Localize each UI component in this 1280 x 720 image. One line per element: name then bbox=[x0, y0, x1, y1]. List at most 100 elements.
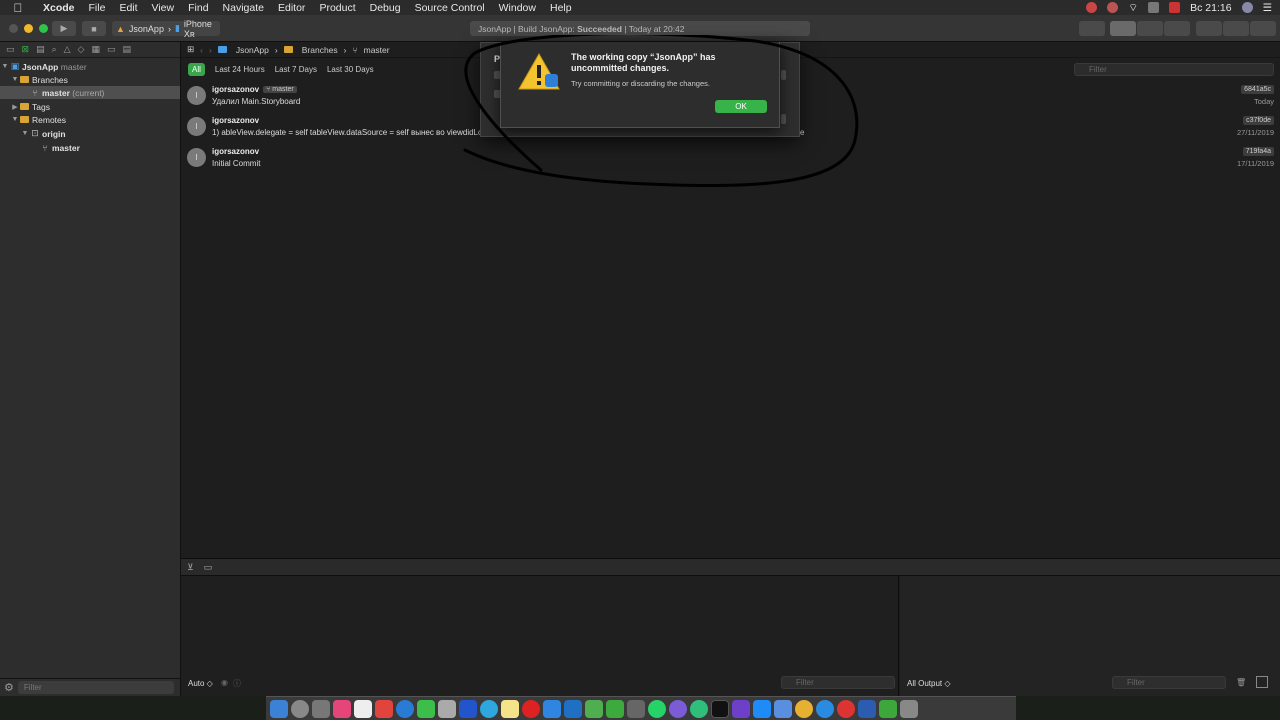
output-select[interactable]: All Output ◇ bbox=[907, 679, 951, 688]
navigator-filter-input[interactable]: Filter bbox=[17, 681, 174, 694]
hide-debug-area-icon[interactable]: ⊻ bbox=[187, 562, 194, 573]
viber-icon[interactable] bbox=[669, 699, 687, 718]
telegram-icon[interactable] bbox=[480, 699, 498, 718]
symbol-icon[interactable]: ▤ bbox=[36, 44, 45, 55]
inspector-toggle-button[interactable] bbox=[1250, 21, 1276, 36]
app-store-icon[interactable] bbox=[543, 699, 561, 718]
menu-window[interactable]: Window bbox=[492, 2, 543, 14]
status-record-icon[interactable] bbox=[1086, 2, 1098, 13]
info-icon[interactable]: ⓘ bbox=[233, 678, 241, 689]
jump-branch[interactable]: master bbox=[364, 45, 390, 55]
vpn-icon[interactable] bbox=[459, 699, 477, 718]
user-avatar-icon[interactable] bbox=[1241, 2, 1253, 13]
clock[interactable]: Вс 21:16 bbox=[1190, 2, 1231, 14]
breakpoint-icon[interactable]: ▭ bbox=[107, 44, 116, 55]
standard-editor-button[interactable] bbox=[1110, 21, 1136, 36]
tags-group[interactable]: ▶ Tags bbox=[0, 100, 180, 113]
finder-icon[interactable] bbox=[270, 699, 288, 718]
disclosure-open-icon[interactable]: ▼ bbox=[10, 116, 20, 123]
trash-icon[interactable] bbox=[900, 699, 918, 718]
stop-button[interactable]: ■ bbox=[82, 21, 106, 36]
navigator-toggle-button[interactable] bbox=[1196, 21, 1222, 36]
jump-group[interactable]: Branches bbox=[302, 45, 338, 55]
breakpoints-toggle-icon[interactable]: ▭ bbox=[204, 562, 213, 573]
calendar-icon[interactable] bbox=[354, 699, 372, 718]
filter-24h-button[interactable]: Last 24 Hours bbox=[215, 65, 265, 74]
terminal-icon[interactable] bbox=[711, 699, 729, 718]
library-button[interactable] bbox=[1079, 21, 1105, 36]
filter-7d-button[interactable]: Last 7 Days bbox=[275, 65, 317, 74]
eye-icon[interactable]: ◉ bbox=[221, 678, 228, 687]
preview-icon[interactable] bbox=[564, 699, 582, 718]
branch-master-current[interactable]: ⑂ master (current) bbox=[0, 86, 180, 99]
variables-scope-select[interactable]: Auto ◇ bbox=[188, 679, 213, 688]
disclosure-closed-icon[interactable]: ▶ bbox=[10, 103, 20, 111]
history-search-input[interactable]: Filter bbox=[1074, 63, 1274, 76]
menu-editor[interactable]: Editor bbox=[271, 2, 312, 14]
source-control-icon[interactable]: ⊠ bbox=[22, 44, 30, 55]
remote-branch-master[interactable]: ⑂ master bbox=[0, 141, 180, 154]
leaf-icon[interactable] bbox=[606, 699, 624, 718]
browser-icon[interactable] bbox=[396, 699, 414, 718]
notes-icon[interactable] bbox=[501, 699, 519, 718]
menu-source-control[interactable]: Source Control bbox=[408, 2, 492, 14]
version-editor-button[interactable] bbox=[1164, 21, 1190, 36]
commit-hash[interactable]: 719fa4a bbox=[1242, 147, 1274, 156]
menu-help[interactable]: Help bbox=[543, 2, 579, 14]
remote-origin[interactable]: ▼ ⊡ origin bbox=[0, 127, 180, 140]
launchpad-icon[interactable] bbox=[291, 699, 309, 718]
menu-product[interactable]: Product bbox=[312, 2, 362, 14]
menu-list-icon[interactable]: ☰ bbox=[1263, 2, 1272, 14]
battery-icon[interactable] bbox=[1148, 2, 1160, 13]
photo-booth-icon[interactable] bbox=[375, 699, 393, 718]
apple-menu-icon[interactable]:  bbox=[0, 1, 36, 15]
close-window-icon[interactable] bbox=[9, 24, 18, 33]
trash-icon[interactable]: 🗑 bbox=[1236, 678, 1246, 687]
minimize-window-icon[interactable] bbox=[24, 24, 33, 33]
variables-filter-input[interactable]: Filter bbox=[781, 676, 895, 689]
branches-group[interactable]: ▼ Branches bbox=[0, 73, 180, 86]
zoom-window-icon[interactable] bbox=[39, 24, 48, 33]
project-row[interactable]: ▼ ▣ JsonApp master bbox=[0, 60, 180, 73]
split-view-icon[interactable] bbox=[1256, 676, 1268, 688]
commit-hash[interactable]: 6841a5c bbox=[1241, 85, 1274, 94]
menu-edit[interactable]: Edit bbox=[112, 2, 144, 14]
run-button[interactable]: ▶ bbox=[52, 21, 76, 36]
chrome-icon[interactable] bbox=[795, 699, 813, 718]
itunes-icon[interactable] bbox=[333, 699, 351, 718]
wifi-icon[interactable]: ⌔ bbox=[1128, 1, 1138, 15]
menu-find[interactable]: Find bbox=[181, 2, 215, 14]
debug-toggle-button[interactable] bbox=[1223, 21, 1249, 36]
whatsapp-icon[interactable] bbox=[648, 699, 666, 718]
app-icon[interactable] bbox=[690, 699, 708, 718]
forward-arrow-icon[interactable]: › bbox=[209, 45, 212, 55]
jump-project[interactable]: JsonApp bbox=[236, 45, 269, 55]
test-icon[interactable]: ◇ bbox=[78, 44, 85, 55]
github-desktop-icon[interactable] bbox=[732, 699, 750, 718]
system-preferences-icon[interactable] bbox=[312, 699, 330, 718]
messages-icon[interactable] bbox=[417, 699, 435, 718]
disclosure-open-icon[interactable]: ▼ bbox=[0, 63, 10, 70]
safari-icon[interactable] bbox=[816, 699, 834, 718]
search-icon[interactable]: ⌕ bbox=[52, 44, 57, 55]
warning-icon[interactable]: △ bbox=[64, 44, 71, 55]
disclosure-open-icon[interactable]: ▼ bbox=[20, 130, 30, 137]
folder-icon[interactable]: ▭ bbox=[6, 44, 15, 55]
xcode-icon[interactable] bbox=[753, 699, 771, 718]
word-icon[interactable] bbox=[858, 699, 876, 718]
numbers-icon[interactable] bbox=[585, 699, 603, 718]
commit-hash[interactable]: c37f0de bbox=[1243, 116, 1274, 125]
status-app-icon[interactable] bbox=[1107, 2, 1119, 13]
menu-view[interactable]: View bbox=[145, 2, 182, 14]
filter-30d-button[interactable]: Last 30 Days bbox=[327, 65, 374, 74]
related-items-icon[interactable]: ⊞ bbox=[187, 44, 194, 55]
help-icon[interactable] bbox=[627, 699, 645, 718]
console-filter-input[interactable]: Filter bbox=[1112, 676, 1226, 689]
image-capture-icon[interactable] bbox=[438, 699, 456, 718]
report-icon[interactable]: ▤ bbox=[123, 44, 132, 55]
app-icon[interactable] bbox=[837, 699, 855, 718]
menu-file[interactable]: File bbox=[82, 2, 113, 14]
disclosure-open-icon[interactable]: ▼ bbox=[10, 76, 20, 83]
utorrent-icon[interactable] bbox=[879, 699, 897, 718]
scheme-selector[interactable]: ▲ JsonApp › ▮ iPhone Xʀ bbox=[112, 19, 220, 39]
